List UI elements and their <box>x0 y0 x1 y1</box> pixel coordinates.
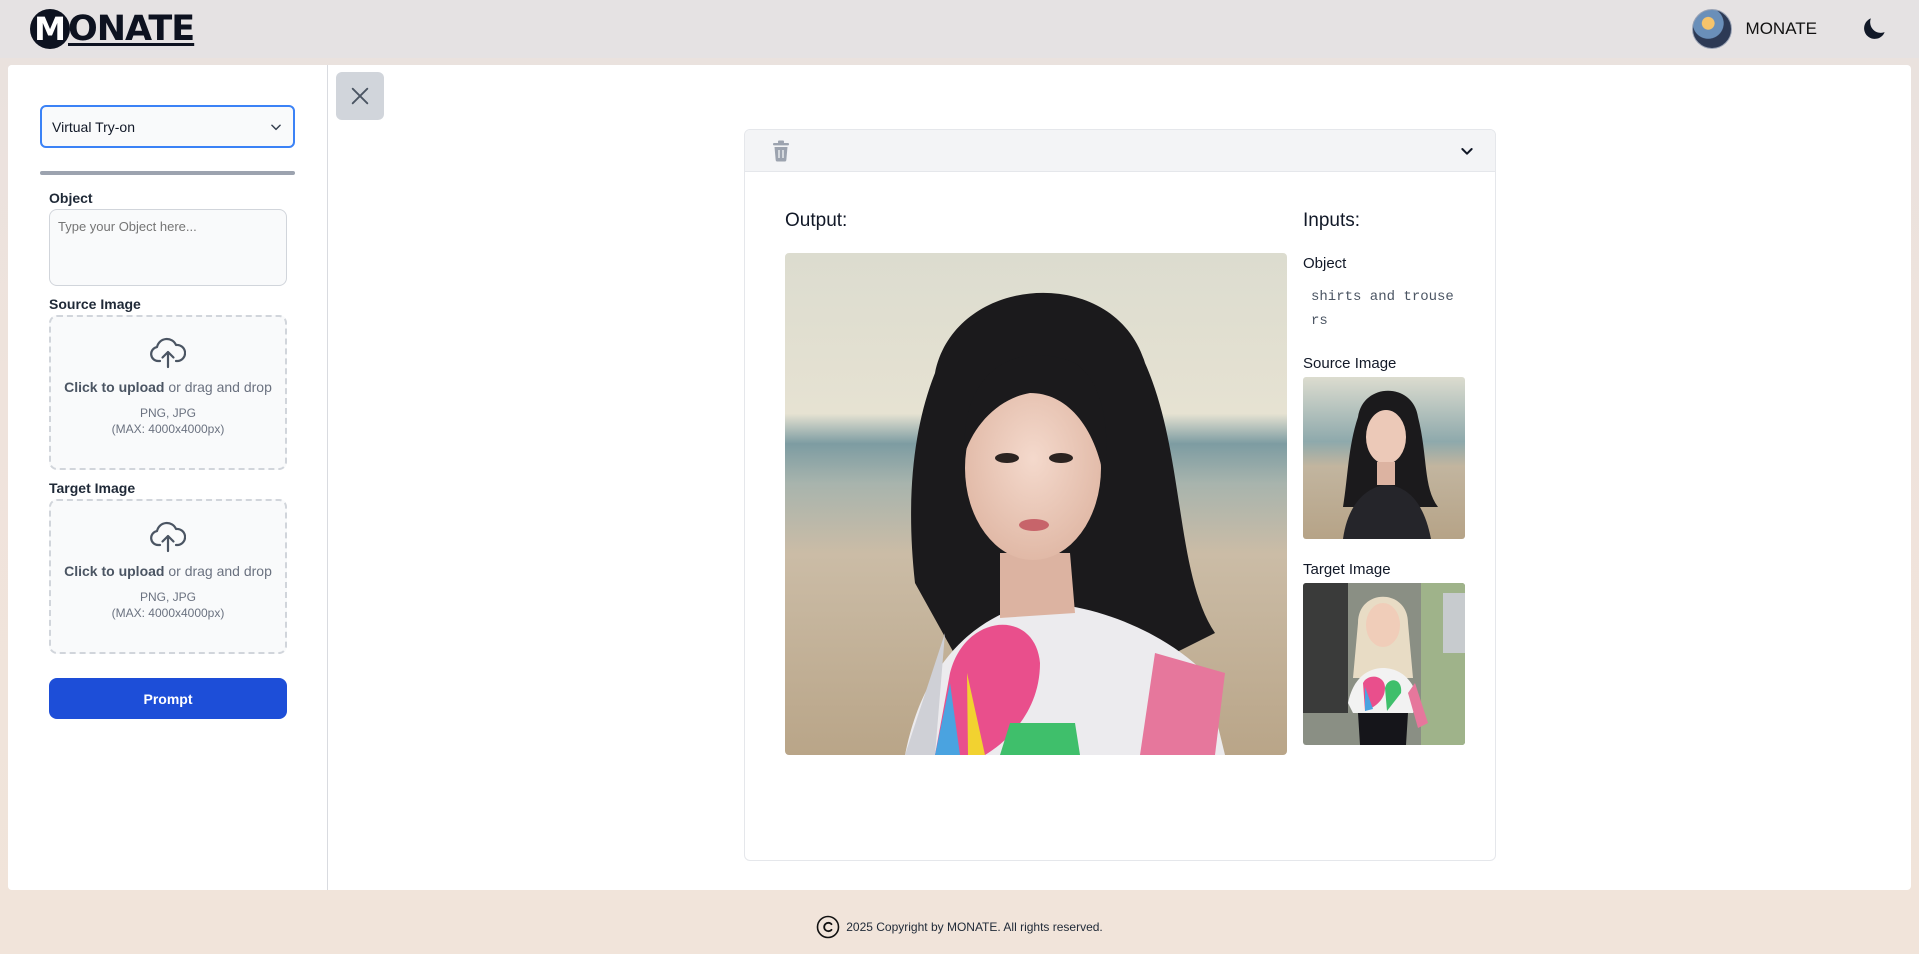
source-image-dropzone[interactable]: Click to upload or drag and drop PNG, JP… <box>49 315 287 470</box>
object-label: Object <box>49 190 93 206</box>
mode-select[interactable]: Virtual Try-on <box>40 105 295 148</box>
trash-icon[interactable] <box>771 140 791 162</box>
source-image-label: Source Image <box>1303 355 1397 372</box>
object-input-label: Object <box>1303 255 1347 272</box>
main-panel: Virtual Try-on Object Source Image Click… <box>8 65 1911 890</box>
target-image-thumbnail <box>1303 583 1465 745</box>
footer: 2025 Copyright by MONATE. All rights res… <box>0 905 1919 949</box>
upload-instructions: Click to upload or drag and drop <box>64 379 272 395</box>
upload-instructions: Click to upload or drag and drop <box>64 563 272 579</box>
avatar[interactable] <box>1691 9 1732 49</box>
mode-select-value: Virtual Try-on <box>52 118 135 135</box>
sidebar: Virtual Try-on Object Source Image Click… <box>8 65 328 890</box>
copyright-text: 2025 Copyright by MONATE. All rights res… <box>846 920 1103 934</box>
header-user-area: MONATE <box>1691 9 1889 49</box>
inputs-title: Inputs: <box>1303 210 1361 231</box>
close-button[interactable] <box>336 72 384 120</box>
divider <box>40 171 295 175</box>
upload-limits: PNG, JPG (MAX: 4000x4000px) <box>111 406 225 436</box>
cloud-upload-icon <box>150 337 186 369</box>
object-input[interactable] <box>49 209 287 286</box>
output-image <box>785 253 1287 755</box>
source-image-thumbnail <box>1303 377 1465 539</box>
logo-icon: M <box>30 9 70 49</box>
output-title: Output: <box>785 210 848 231</box>
top-header: M ONATE MONATE <box>0 0 1919 58</box>
target-image-dropzone[interactable]: Click to upload or drag and drop PNG, JP… <box>49 499 287 654</box>
chevron-down-icon[interactable] <box>1459 143 1475 159</box>
logo-text: ONATE <box>68 9 195 49</box>
object-input-value: shirts and trousers <box>1311 289 1454 329</box>
chevron-down-icon <box>271 124 281 130</box>
cloud-upload-icon <box>150 521 186 553</box>
result-card-header <box>745 130 1495 172</box>
close-icon <box>351 87 369 105</box>
prompt-button[interactable]: Prompt <box>49 678 287 719</box>
result-card: Output: Inputs: Object shirts and trouse… <box>744 129 1496 861</box>
moon-icon[interactable] <box>1859 14 1889 44</box>
user-name[interactable]: MONATE <box>1746 19 1817 39</box>
upload-limits: PNG, JPG (MAX: 4000x4000px) <box>111 590 225 620</box>
copyright-icon <box>816 915 840 939</box>
target-image-label: Target Image <box>49 480 136 496</box>
logo-link[interactable]: M ONATE <box>30 9 195 49</box>
target-image-label: Target Image <box>1303 561 1391 578</box>
source-image-label: Source Image <box>49 296 141 312</box>
